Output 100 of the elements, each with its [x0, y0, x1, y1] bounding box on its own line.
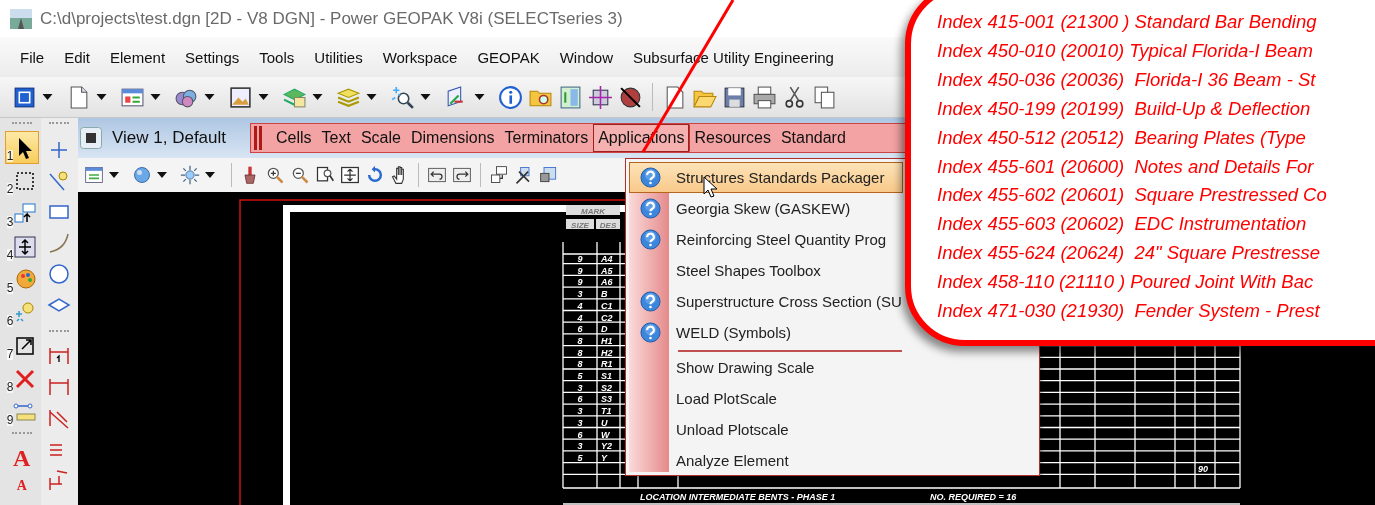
menu-item[interactable]: Reinforcing Steel Quantity Prog [629, 224, 903, 255]
scissors-icon[interactable] [782, 84, 807, 110]
tool-button[interactable]: 7 [4, 329, 39, 362]
tool-button[interactable]: 1 [4, 131, 39, 164]
tool-button[interactable]: 9 [4, 395, 39, 428]
table-header: SIZE [571, 220, 589, 230]
help-icon [639, 322, 661, 343]
menu-item[interactable]: Steel Shapes Toolbox [629, 255, 903, 286]
callout-text: Index 415-001 (21300 ) Standard Bar Bending [937, 10, 1318, 34]
table-cell: 90 [1198, 464, 1208, 474]
small-cube-icon[interactable] [539, 165, 559, 185]
table-cell: 5 [577, 371, 583, 381]
table-cell: A6 [601, 277, 613, 288]
tool-button[interactable]: 4 [4, 230, 39, 263]
table-cell: 3 [577, 382, 583, 393]
caret-icon[interactable] [366, 94, 377, 100]
caret-icon[interactable] [42, 94, 53, 100]
printer-icon[interactable] [752, 84, 777, 110]
caret-icon[interactable] [312, 94, 323, 100]
menu-item[interactable]: Workspace [382, 48, 458, 66]
text-tool-button[interactable]: A [16, 475, 27, 497]
table-cell: 8 [577, 347, 583, 358]
caret-icon[interactable] [258, 94, 269, 100]
caret-icon[interactable] [474, 94, 485, 100]
menu-item[interactable]: Structures Standards Packager [629, 162, 903, 193]
shapes-arrow-icon [12, 201, 37, 226]
callout-text: Index 455-603 (20602) EDC Instrumentation [937, 212, 1308, 237]
tool-button[interactable]: 2 [4, 164, 39, 197]
menu-item[interactable]: Analyze Element [629, 445, 903, 476]
landscape-icon[interactable] [228, 84, 253, 110]
toolbar-tab[interactable]: Standard [775, 124, 851, 152]
table-cell: 8 [577, 359, 583, 370]
toolbar-tab[interactable]: Terminators [499, 124, 594, 152]
caret-icon[interactable] [109, 172, 119, 178]
app-icon [10, 8, 32, 29]
sun-icon[interactable] [180, 165, 200, 185]
menu-item[interactable]: Edit [64, 48, 91, 66]
menu-item[interactable]: GEOPAK [477, 48, 540, 66]
tool-button[interactable]: 6 [4, 296, 39, 329]
arc-icon[interactable] [47, 231, 72, 255]
magnifier-sparkle-icon[interactable] [390, 84, 415, 110]
tool-button[interactable]: 8 [4, 362, 39, 395]
help-icon [639, 229, 661, 250]
rotate-icon[interactable] [365, 165, 385, 185]
menu-item[interactable]: File [20, 48, 45, 66]
menu-item[interactable]: Window [559, 48, 613, 66]
toolbar-tab[interactable]: Resources [689, 124, 776, 152]
sphere-icon[interactable] [132, 165, 152, 185]
table-cell: 4 [577, 312, 583, 323]
view-window-icon[interactable] [80, 127, 102, 149]
table-cell: 3 [577, 417, 583, 428]
copy-view-icon[interactable] [489, 165, 509, 185]
save-icon[interactable] [722, 84, 747, 110]
table-cell: 3 [577, 441, 583, 452]
text-tool-button[interactable]: A [13, 441, 31, 475]
previous-view-icon[interactable] [427, 165, 447, 185]
toolbar-tab[interactable]: Text [316, 124, 356, 152]
table-cell: 5 [577, 452, 583, 463]
menu-item[interactable]: Georgia Skew (GASKEW) [629, 193, 903, 224]
menu-item[interactable]: Utilities [314, 48, 363, 66]
table-cell: R1 [601, 359, 613, 370]
menu-item[interactable]: WELD (Symbols) [629, 317, 903, 348]
table-cell: 3 [577, 289, 583, 300]
toolbar-tab[interactable]: Scale [355, 124, 406, 152]
caret-icon[interactable] [96, 94, 107, 100]
callout-text: Index 455-601 (20600) Notes and Details For [937, 154, 1315, 179]
tool-button[interactable]: 5 [4, 263, 39, 296]
toolbar-grip-icon[interactable] [253, 126, 264, 150]
crosshair-icon[interactable] [588, 84, 613, 110]
zoom-out-icon[interactable] [290, 165, 310, 185]
toolbar-tab[interactable]: Cells [271, 124, 317, 152]
caret-icon[interactable] [420, 94, 431, 100]
caret-icon[interactable] [205, 172, 215, 178]
circle-icon[interactable] [47, 262, 72, 286]
tool-button[interactable]: 3 [4, 197, 39, 230]
compare-icon[interactable] [558, 84, 583, 110]
table-cell: W [601, 429, 610, 440]
next-view-icon[interactable] [452, 165, 472, 185]
caret-icon[interactable] [157, 172, 167, 178]
toolbar-tab[interactable]: Dimensions [405, 124, 500, 152]
menu-item[interactable]: Settings [185, 48, 240, 66]
menu-item[interactable]: Unload Plotscale [629, 414, 903, 445]
caret-icon[interactable] [204, 94, 215, 100]
callout-text: Index 455-602 (20601) Square Prestressed Co [937, 183, 1328, 208]
menu-item[interactable]: Superstructure Cross Section (SU [629, 286, 903, 317]
cube-icon[interactable] [12, 84, 37, 110]
fit-view-icon[interactable] [340, 165, 360, 185]
view-list-icon[interactable] [84, 165, 104, 185]
table-cell: 6 [577, 324, 583, 335]
table-cell: A5 [601, 265, 613, 276]
copy-icon[interactable] [812, 84, 837, 110]
menu-item[interactable]: Load PlotScale [629, 383, 903, 414]
table-cell: Y [601, 452, 607, 463]
zoom-in-icon[interactable] [265, 165, 285, 185]
info-icon[interactable] [498, 84, 523, 110]
table-cell: U [601, 417, 608, 428]
menu-item[interactable]: Element [110, 48, 166, 66]
caret-icon[interactable] [150, 94, 161, 100]
crossed-circle-icon[interactable] [618, 84, 643, 110]
menu-item[interactable]: Tools [259, 48, 295, 66]
